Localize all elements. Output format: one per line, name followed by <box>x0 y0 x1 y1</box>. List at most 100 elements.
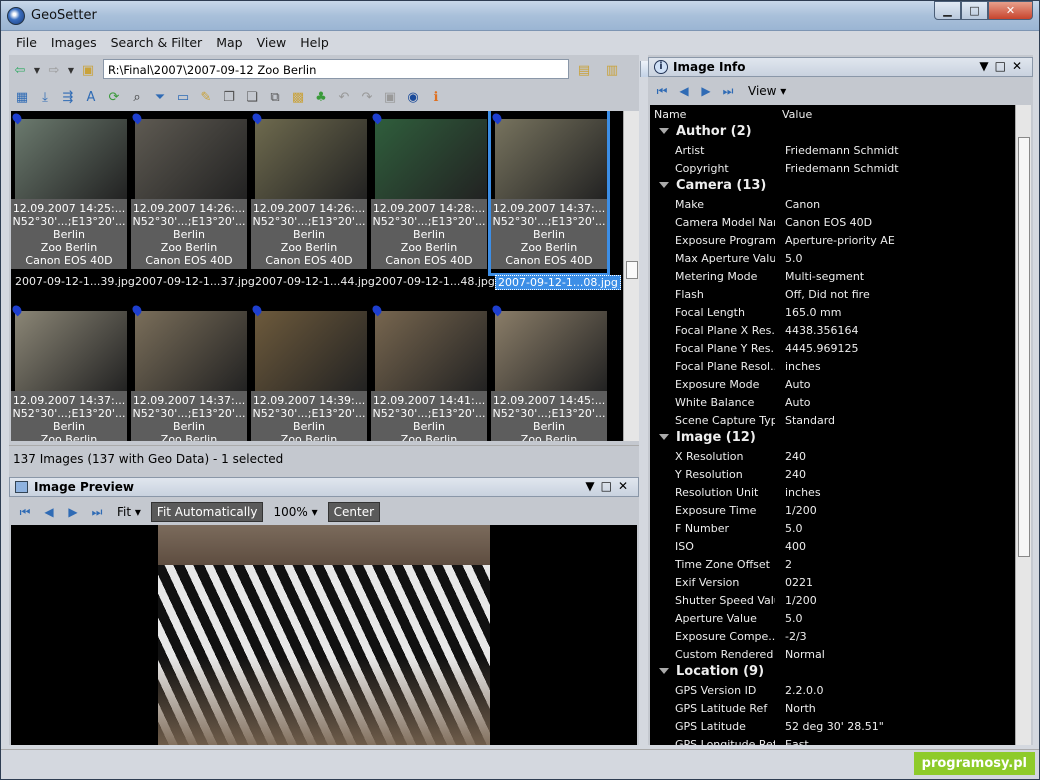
property-row[interactable]: GPS Latitude 52 deg 30' 28.51" <box>650 717 1015 735</box>
view-grid-icon[interactable]: ▦ <box>11 87 33 107</box>
property-group[interactable]: Location (9) <box>650 663 1015 681</box>
menu-view[interactable]: View <box>250 32 294 54</box>
info-badge-icon[interactable]: ℹ <box>425 87 447 107</box>
filter-icon[interactable]: ⏷ <box>149 87 171 107</box>
property-row[interactable]: Exposure Time 1/200 <box>650 501 1015 519</box>
close-button[interactable]: ✕ <box>988 1 1033 20</box>
import-icon[interactable]: ⤓ <box>34 87 56 107</box>
property-row[interactable]: Time Zone Offset 2 <box>650 555 1015 573</box>
property-row[interactable]: Focal Plane Resol... inches <box>650 357 1015 375</box>
property-row[interactable]: Custom Rendered Normal <box>650 645 1015 663</box>
property-row[interactable]: Y Resolution 240 <box>650 465 1015 483</box>
info-menu-icon[interactable]: ▼ <box>979 59 994 73</box>
thumbnail[interactable]: 12.09.2007 14:39:... N52°30'...;E13°20'..… <box>250 303 367 441</box>
duplicate-icon[interactable]: ⧉ <box>264 87 286 107</box>
preview-float-icon[interactable]: □ <box>601 479 618 493</box>
forward-arrow-icon[interactable]: ⇨ <box>43 60 65 80</box>
menu-help[interactable]: Help <box>293 32 336 54</box>
zoom-dropdown[interactable]: 100% ▾ <box>267 502 323 522</box>
back-dropdown-icon[interactable]: ▼ <box>31 60 43 80</box>
undo-icon[interactable]: ↶ <box>333 87 355 107</box>
property-row[interactable]: Focal Length 165.0 mm <box>650 303 1015 321</box>
menu-map[interactable]: Map <box>209 32 249 54</box>
properties-scroll-thumb[interactable] <box>1018 137 1030 557</box>
property-row[interactable]: Copyright Friedemann Schmidt <box>650 159 1015 177</box>
properties-list[interactable]: Name Value Author (2) Artist Friedemann Sc… <box>650 105 1015 745</box>
info-next-icon[interactable]: ▶ <box>698 84 714 98</box>
thumbnail-filename[interactable]: 2007-09-12-1...39.jpg <box>15 275 135 288</box>
property-row[interactable]: GPS Version ID 2.2.0.0 <box>650 681 1015 699</box>
property-row[interactable]: Scene Capture Type Standard <box>650 411 1015 429</box>
property-row[interactable]: Aperture Value 5.0 <box>650 609 1015 627</box>
first-image-icon[interactable]: ⏮ <box>15 505 35 520</box>
grid-scrollbar[interactable] <box>623 111 639 441</box>
export-icon[interactable]: ⇶ <box>57 87 79 107</box>
property-row[interactable]: Max Aperture Value 5.0 <box>650 249 1015 267</box>
property-row[interactable]: Artist Friedemann Schmidt <box>650 141 1015 159</box>
property-row[interactable]: Camera Model Name Canon EOS 40D <box>650 213 1015 231</box>
thumbnail[interactable]: 12.09.2007 14:37:... N52°30'...;E13°20'..… <box>11 303 127 441</box>
binoculars-icon[interactable]: ⌕ <box>126 87 148 107</box>
minimize-button[interactable]: ▁ <box>934 1 961 20</box>
property-row[interactable]: Metering Mode Multi-segment <box>650 267 1015 285</box>
next-image-icon[interactable]: ▶ <box>63 505 83 519</box>
property-row[interactable]: Focal Plane X Res... 4438.356164 <box>650 321 1015 339</box>
properties-scrollbar[interactable] <box>1015 105 1031 745</box>
redo-icon[interactable]: ↷ <box>356 87 378 107</box>
preview-close-icon[interactable]: ✕ <box>618 479 634 493</box>
property-row[interactable]: ISO 400 <box>650 537 1015 555</box>
thumbnail[interactable]: 12.09.2007 14:25:... N52°30'...;E13°20'..… <box>11 111 127 273</box>
folder-up-icon[interactable]: ▣ <box>77 60 99 80</box>
menu-search-filter[interactable]: Search & Filter <box>104 32 210 54</box>
column-name[interactable]: Name <box>654 108 686 121</box>
fit-dropdown[interactable]: Fit ▾ <box>111 502 147 522</box>
thumbnail[interactable]: 12.09.2007 14:28:... N52°30'...;E13°20'..… <box>370 111 487 273</box>
address-input[interactable]: R:\Final\2007\2007-09-12 Zoo Berlin▼ <box>103 59 662 79</box>
info-last-icon[interactable]: ⏭ <box>720 84 736 99</box>
forward-dropdown-icon[interactable]: ▼ <box>65 60 77 80</box>
property-row[interactable]: Exposure Compe... -2/3 <box>650 627 1015 645</box>
last-image-icon[interactable]: ⏭ <box>87 505 107 520</box>
open-folder-icon[interactable]: ▥ <box>601 60 623 80</box>
property-row[interactable]: F Number 5.0 <box>650 519 1015 537</box>
property-row[interactable]: Exif Version 0221 <box>650 573 1015 591</box>
property-row[interactable]: Exposure Mode Auto <box>650 375 1015 393</box>
property-row[interactable]: White Balance Auto <box>650 393 1015 411</box>
collapse-triangle-icon[interactable] <box>659 668 669 674</box>
property-group[interactable]: Image (12) <box>650 429 1015 447</box>
thumbnail-filename[interactable]: 2007-09-12-1...37.jpg <box>135 275 255 288</box>
tree-icon[interactable]: ♣ <box>310 87 332 107</box>
thumbnail-filename[interactable]: 2007-09-12-1...08.jpg <box>495 275 621 290</box>
property-row[interactable]: Resolution Unit inches <box>650 483 1015 501</box>
thumbnail-grid[interactable]: 12.09.2007 14:25:... N52°30'...;E13°20'..… <box>11 111 637 441</box>
menu-images[interactable]: Images <box>44 32 104 54</box>
maximize-button[interactable]: □ <box>961 1 988 20</box>
thumbnail[interactable]: 12.09.2007 14:41:... N52°30'...;E13°20'..… <box>370 303 487 441</box>
property-row[interactable]: Focal Plane Y Res... 4445.969125 <box>650 339 1015 357</box>
refresh-icon[interactable]: ⟳ <box>103 87 125 107</box>
info-float-icon[interactable]: □ <box>995 59 1012 73</box>
copy-icon[interactable]: ❐ <box>218 87 240 107</box>
slideshow-icon[interactable]: ▭ <box>172 87 194 107</box>
thumbnail[interactable]: 12.09.2007 14:26:... N52°30'...;E13°20'..… <box>130 111 247 273</box>
view-dropdown[interactable]: View ▾ <box>742 81 792 101</box>
collapse-triangle-icon[interactable] <box>659 434 669 440</box>
text-icon[interactable]: A <box>80 87 102 107</box>
column-value[interactable]: Value <box>782 108 812 121</box>
property-row[interactable]: Make Canon <box>650 195 1015 213</box>
property-row[interactable]: GPS Longitude Ref East <box>650 735 1015 745</box>
thumbnail-filename[interactable]: 2007-09-12-1...48.jpg <box>375 275 495 288</box>
collapse-triangle-icon[interactable] <box>659 128 669 134</box>
edit-icon[interactable]: ✎ <box>195 87 217 107</box>
info-prev-icon[interactable]: ◀ <box>676 84 692 98</box>
property-row[interactable]: Flash Off, Did not fire <box>650 285 1015 303</box>
map-icon[interactable]: ▩ <box>287 87 309 107</box>
save-icon[interactable]: ▣ <box>379 87 401 107</box>
fit-automatically-button[interactable]: Fit Automatically <box>150 502 264 522</box>
preview-menu-icon[interactable]: ▼ <box>585 479 600 493</box>
thumbnail[interactable]: 12.09.2007 14:26:... N52°30'...;E13°20'..… <box>250 111 367 273</box>
thumbnail[interactable]: 12.09.2007 14:45:... N52°30'...;E13°20'..… <box>490 303 607 441</box>
thumbnail-filename[interactable]: 2007-09-12-1...44.jpg <box>255 275 375 288</box>
lock-folder-icon[interactable]: ▤ <box>573 60 595 80</box>
property-row[interactable]: X Resolution 240 <box>650 447 1015 465</box>
